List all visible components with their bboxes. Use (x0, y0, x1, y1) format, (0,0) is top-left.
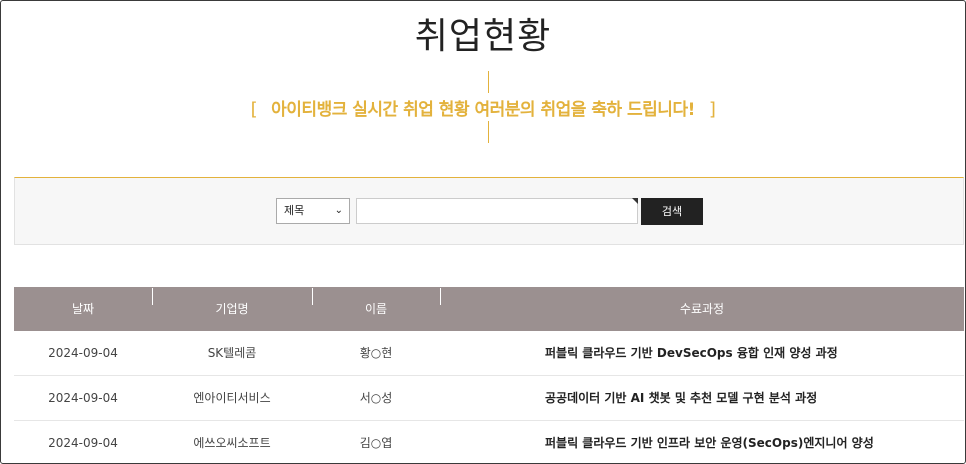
banner-text: 아이티뱅크 실시간 취업 현황 여러분의 취업을 축하 드립니다! (271, 100, 695, 120)
cell-date: 2024-09-04 (48, 391, 118, 405)
cell-name: 황○현 (359, 346, 393, 360)
search-button[interactable]: 검색 (641, 198, 703, 225)
search-field-select[interactable]: 제목 ⌄ (276, 198, 350, 224)
banner-divider-bottom (488, 121, 489, 143)
header-date: 날짜 (71, 302, 95, 316)
search-field-select-value: 제목 (284, 204, 305, 217)
cell-name: 김○엽 (359, 436, 393, 450)
cell-name: 서○성 (359, 391, 393, 405)
cell-company: 엔아이티서비스 (193, 391, 271, 405)
cell-course: 퍼블릭 클라우드 기반 DevSecOps 융합 인재 양성 과정 (545, 346, 838, 360)
banner-divider-top (488, 71, 489, 93)
cell-course: 퍼블릭 클라우드 기반 인프라 보안 운영(SecOps)엔지니어 양성 (545, 436, 874, 450)
table-row[interactable]: 2024-09-04 에쓰오씨소프트 김○엽 퍼블릭 클라우드 기반 인프라 보… (14, 421, 964, 463)
chevron-down-icon: ⌄ (334, 205, 343, 216)
table-row[interactable]: 2024-09-04 SK텔레콤 황○현 퍼블릭 클라우드 기반 DevSecO… (14, 331, 964, 376)
header-course: 수료과정 (679, 302, 725, 316)
search-panel: 제목 ⌄ 검색 (14, 177, 964, 245)
page-frame: 취업현황 [ 아이티뱅크 실시간 취업 현황 여러분의 취업을 축하 드립니다!]… (0, 0, 966, 464)
header-company: 기업명 (215, 302, 249, 316)
cell-date: 2024-09-04 (48, 346, 118, 360)
employment-table: 날짜 기업명 이름 수료과정 2024-09-04 SK텔레콤 황○현 퍼블릭 … (14, 287, 964, 463)
cell-course: 공공데이터 기반 AI 챗봇 및 추천 모델 구현 분석 과정 (545, 391, 818, 405)
cell-company: 에쓰오씨소프트 (193, 436, 271, 450)
banner-bracket-close: ] (708, 99, 716, 120)
banner-bracket-open: [ (250, 99, 258, 120)
table-header: 날짜 기업명 이름 수료과정 (14, 287, 964, 331)
header-name: 이름 (364, 302, 388, 316)
resize-corner-icon (632, 198, 638, 204)
cell-date: 2024-09-04 (48, 436, 118, 450)
page-title: 취업현황 (414, 16, 552, 57)
cell-company: SK텔레콤 (207, 346, 257, 360)
table-row[interactable]: 2024-09-04 엔아이티서비스 서○성 공공데이터 기반 AI 챗봇 및 … (14, 376, 964, 421)
banner-message: [ 아이티뱅크 실시간 취업 현황 여러분의 취업을 축하 드립니다!] (1, 95, 965, 120)
search-input[interactable] (356, 198, 638, 224)
